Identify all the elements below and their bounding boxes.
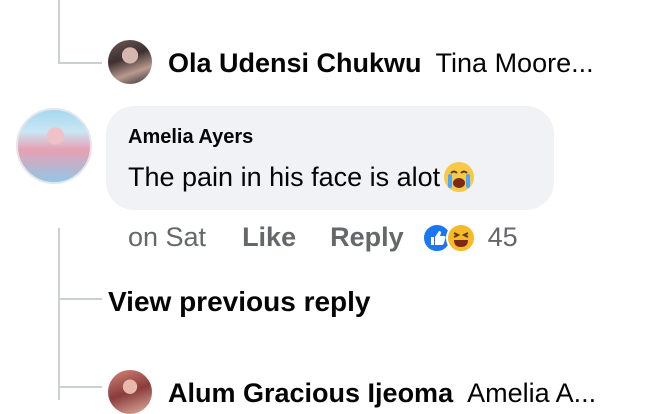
haha-reaction-icon	[445, 222, 476, 253]
reply-preview-text[interactable]: Tina Moore...	[436, 48, 594, 79]
reply-button[interactable]: Reply	[330, 222, 404, 253]
collapsed-reply[interactable]: Ola Udensi Chukwu Tina Moore...	[168, 48, 594, 79]
comment-text: The pain in his face is alot	[128, 160, 476, 194]
collapsed-reply[interactable]: Alum Gracious Ijeoma Amelia A...	[168, 378, 596, 409]
thread-line-top	[58, 0, 60, 64]
thread-line-branch-1	[58, 62, 102, 64]
thread-line-middle	[58, 228, 60, 400]
thread-line-branch-2	[58, 298, 102, 300]
comment-bubble[interactable]: Amelia Ayers The pain in his face is alo…	[106, 106, 554, 210]
avatar[interactable]	[108, 40, 152, 84]
comment-timestamp[interactable]: on Sat	[128, 222, 206, 253]
reaction-summary[interactable]: 45	[421, 222, 518, 253]
like-button[interactable]: Like	[242, 222, 296, 253]
comment-body: The pain in his face is alot	[128, 161, 441, 192]
reply-author-name[interactable]: Ola Udensi Chukwu	[168, 48, 422, 79]
loudly-crying-face-icon	[442, 160, 476, 194]
reaction-count: 45	[487, 222, 518, 252]
comment-author-name[interactable]: Amelia Ayers	[128, 126, 253, 149]
view-previous-reply-link[interactable]: View previous reply	[108, 286, 371, 318]
reply-author-name[interactable]: Alum Gracious Ijeoma	[168, 378, 453, 409]
reply-preview-text[interactable]: Amelia A...	[467, 378, 596, 409]
comment-actions: on Sat Like Reply 45	[128, 222, 518, 253]
thread-line-branch-3	[58, 386, 102, 388]
avatar[interactable]	[108, 370, 152, 414]
avatar[interactable]	[16, 108, 92, 184]
